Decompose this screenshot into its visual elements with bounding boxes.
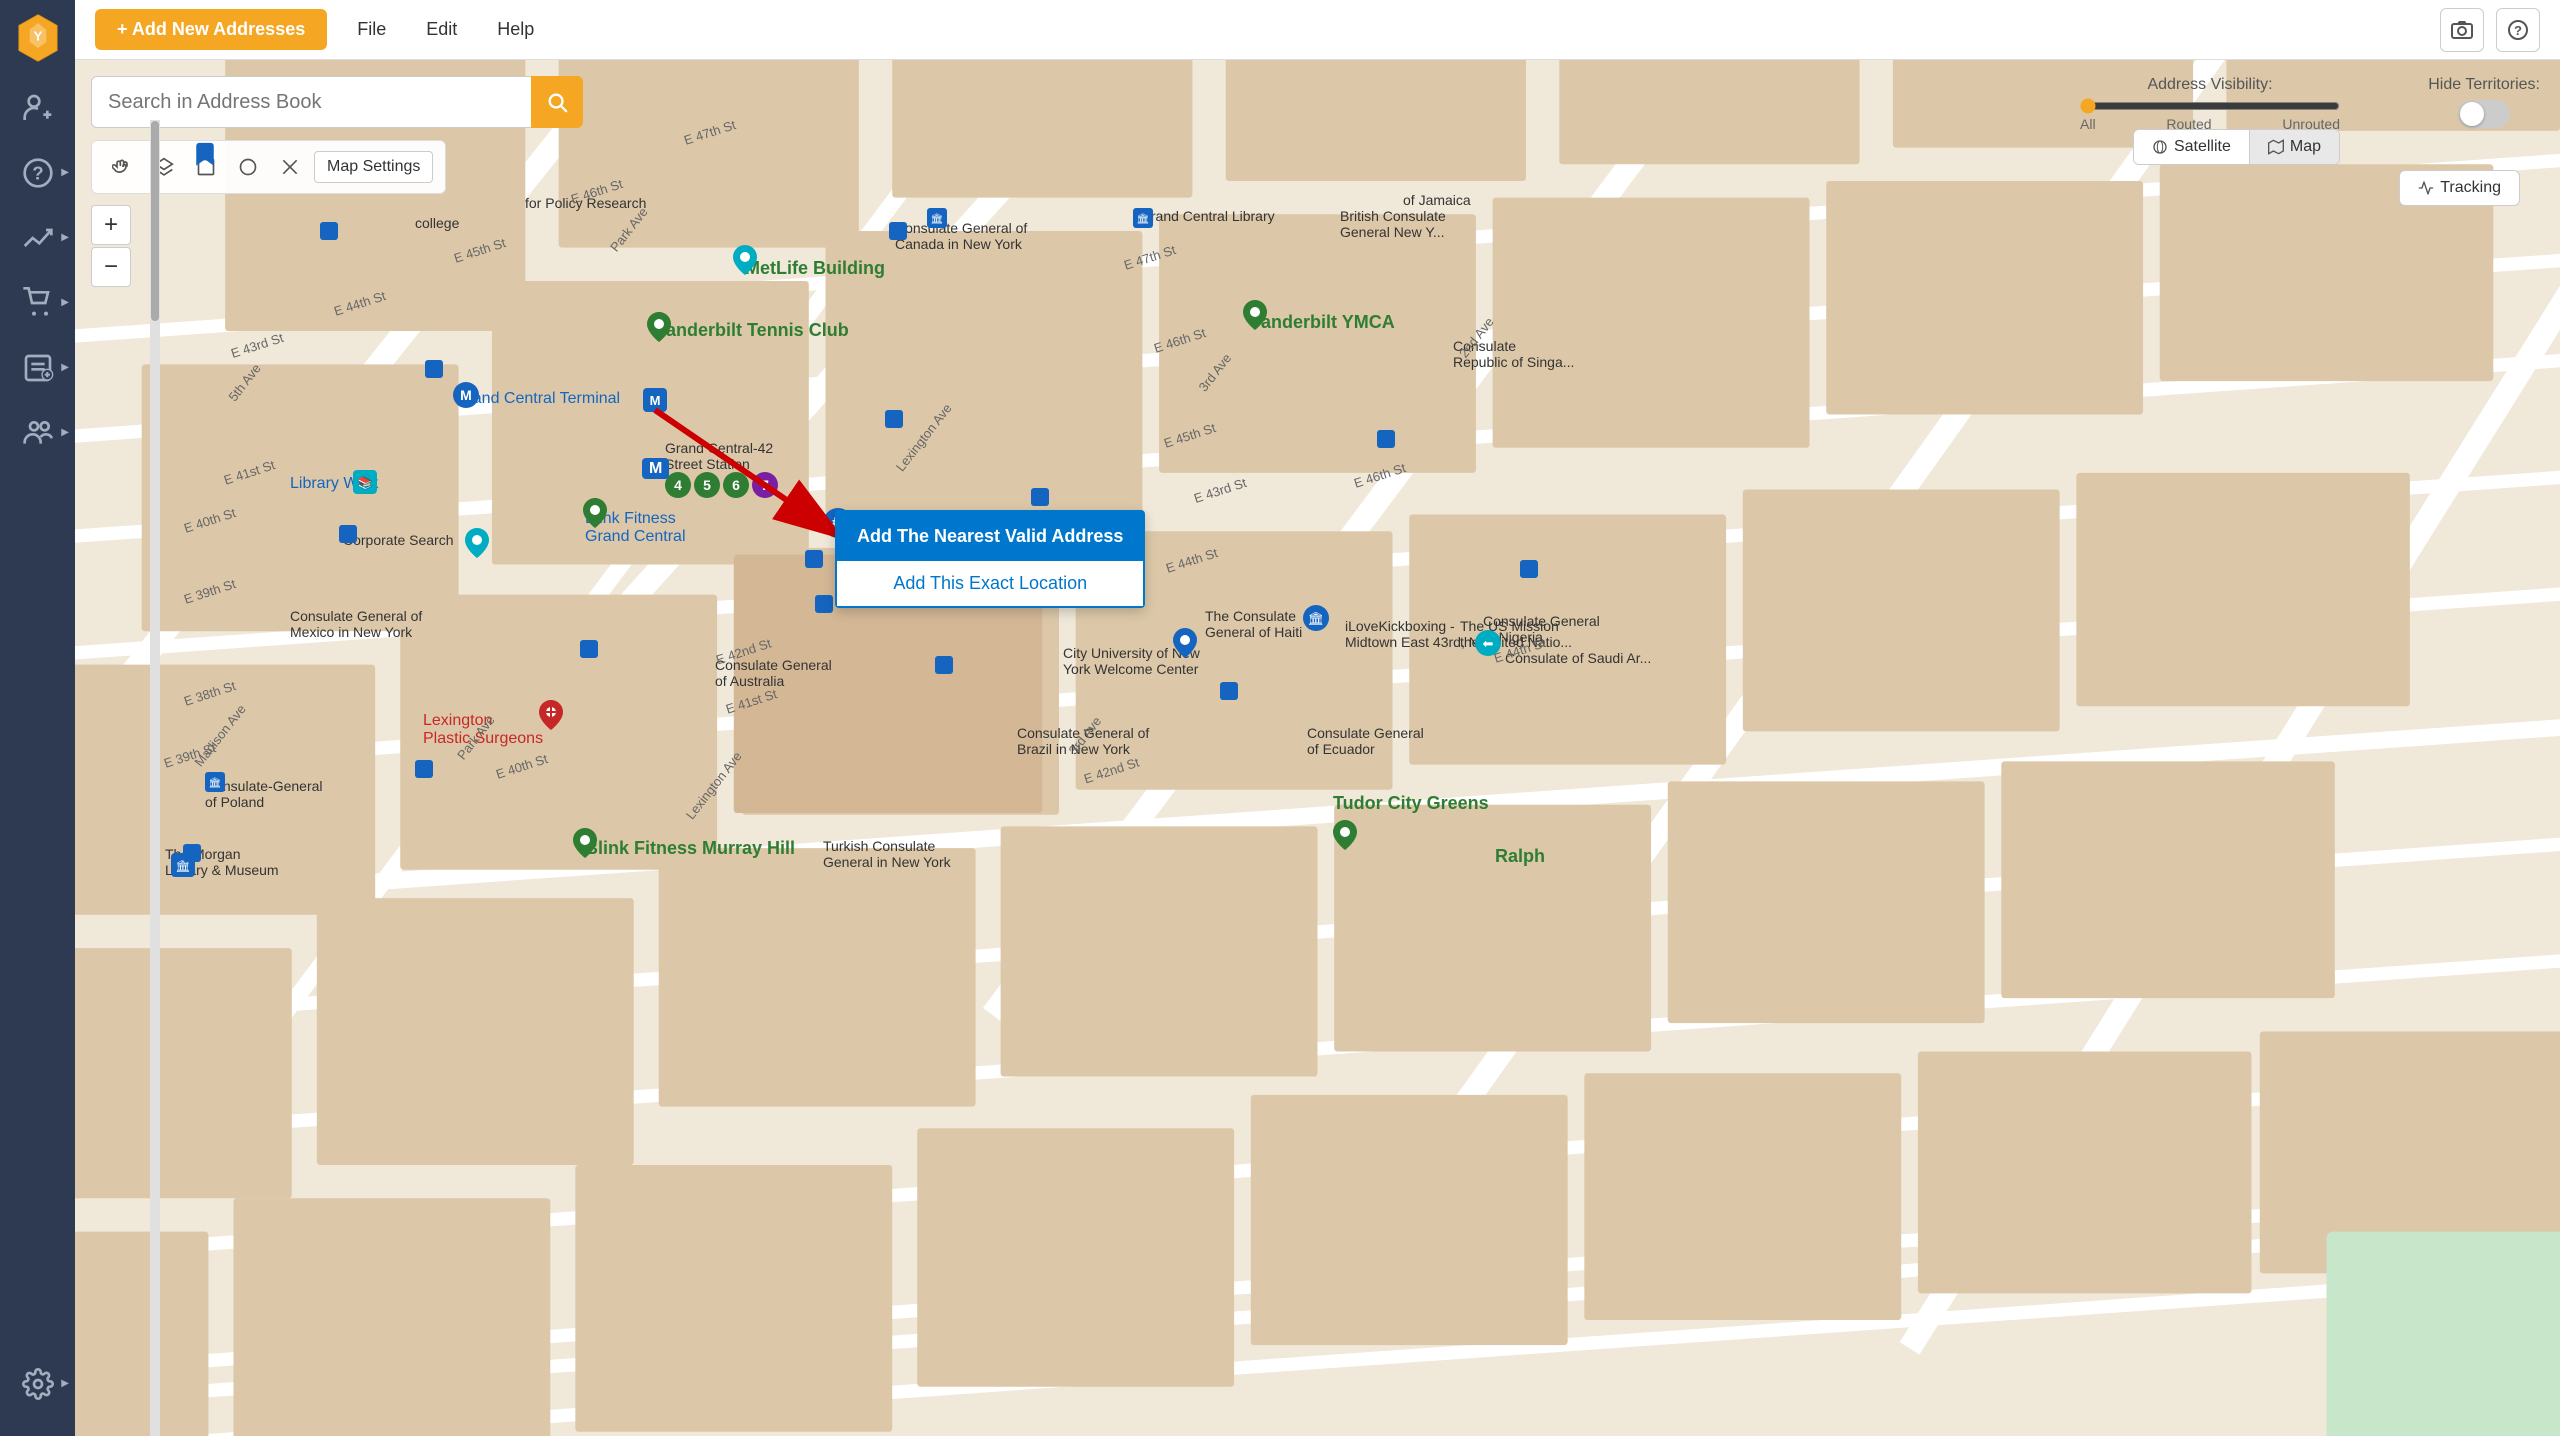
hide-territories-toggle[interactable] [2458, 100, 2510, 128]
blue-marker-14 [183, 844, 201, 862]
svg-text:🏛: 🏛 [209, 777, 222, 789]
map-label: Map [2290, 138, 2321, 156]
satellite-label: Satellite [2174, 138, 2231, 156]
svg-text:⬅: ⬅ [1483, 636, 1494, 651]
satellite-view-button[interactable]: Satellite [2134, 130, 2250, 164]
blue-marker-3 [425, 360, 443, 378]
metlife-pin [733, 245, 757, 280]
corp-search-pin [465, 528, 489, 563]
camera-button[interactable] [2440, 8, 2484, 52]
blue-marker-2 [889, 222, 907, 240]
map-scrollbar[interactable] [150, 120, 160, 1436]
blue-marker-6 [805, 550, 823, 568]
svg-text:🏛: 🏛 [1137, 213, 1150, 225]
close-tool-button[interactable] [272, 149, 308, 185]
saudi-consulate-icon: ⬅ [1475, 630, 1501, 661]
svg-text:M: M [650, 393, 661, 408]
zoom-in-button[interactable]: + [91, 205, 131, 245]
blue-marker-15 [415, 760, 433, 778]
search-button[interactable] [531, 76, 583, 128]
blue-marker-11 [1031, 488, 1049, 506]
add-new-addresses-button[interactable]: + Add New Addresses [95, 9, 327, 50]
blue-marker-4 [885, 410, 903, 428]
menu-edit[interactable]: Edit [416, 14, 467, 45]
map-view-button[interactable]: Map [2250, 130, 2339, 164]
circle-tool-button[interactable] [230, 149, 266, 185]
blue-marker-10 [1220, 682, 1238, 700]
menu-help[interactable]: Help [487, 14, 544, 45]
help-button[interactable]: ? [2496, 8, 2540, 52]
scroll-thumb [151, 121, 159, 321]
zoom-out-button[interactable]: − [91, 247, 131, 287]
blue-marker-12 [1377, 430, 1395, 448]
view-toggle: Satellite Map [2133, 129, 2340, 165]
map-type-buttons: Satellite Map [2133, 74, 2340, 165]
toggle-knob [2460, 102, 2484, 126]
add-exact-location-button[interactable]: Add This Exact Location [837, 561, 1143, 606]
svg-text:?: ? [2514, 23, 2522, 38]
tudor-city-pin [1333, 820, 1357, 855]
gcl-icon: 🏛 [1133, 208, 1153, 233]
gct-subway-icon: M [643, 388, 667, 417]
map-container[interactable]: Address Visibility: All Routed Unrouted … [75, 60, 2560, 1436]
blue-marker-1 [320, 222, 338, 240]
blink-mh-pin [573, 828, 597, 863]
sidebar-item-addresses[interactable] [0, 335, 75, 400]
blue-marker-9 [935, 656, 953, 674]
svg-text:M: M [460, 387, 472, 403]
app-logo[interactable]: Y [0, 0, 75, 75]
zoom-controls: + − [91, 205, 131, 287]
lex-surgeons-pin [539, 700, 563, 735]
poland-consulate-icon: 🏛 [205, 772, 225, 797]
map-background [75, 60, 2560, 1436]
bookmark-button[interactable] [191, 140, 219, 173]
hide-territories: Hide Territories: [2428, 76, 2540, 128]
sidebar-item-add-contact[interactable] [0, 75, 75, 140]
topbar: + Add New Addresses File Edit Help ? [75, 0, 2560, 60]
svg-text:🏛: 🏛 [1308, 611, 1325, 626]
map-tools-toolbar: Map Settings [91, 140, 446, 194]
sidebar-item-settings[interactable] [0, 1351, 75, 1416]
slider-label-all: All [2080, 116, 2096, 132]
context-menu: Add The Nearest Valid Address Add This E… [835, 510, 1145, 608]
hide-territories-label: Hide Territories: [2428, 76, 2540, 94]
sidebar: Y ? [0, 0, 75, 1436]
tracking-button-container: Tracking [2399, 170, 2520, 206]
add-nearest-valid-address-button[interactable]: Add The Nearest Valid Address [837, 512, 1143, 561]
canada-consulate-icon: 🏛 [927, 208, 947, 233]
svg-text:📚: 📚 [358, 476, 373, 490]
blink-gc-pin [583, 498, 607, 533]
blue-marker-8 [580, 640, 598, 658]
svg-text:🏛: 🏛 [931, 213, 944, 225]
svg-text:Y: Y [33, 28, 42, 43]
tracking-label: Tracking [2440, 179, 2501, 197]
menu-file[interactable]: File [347, 14, 396, 45]
vanderbilt-tennis-pin [647, 312, 671, 347]
blue-marker-5 [339, 525, 357, 543]
hand-tool-button[interactable] [104, 149, 140, 185]
blue-marker-13 [1520, 560, 1538, 578]
blue-marker-7 [815, 595, 833, 613]
nigeria-consulate-icon: 🏛 [1303, 605, 1329, 636]
tracking-button[interactable]: Tracking [2399, 170, 2520, 206]
library-walk-icon: 📚 [353, 470, 377, 499]
topbar-right: ? [2440, 8, 2540, 52]
metro-m-badge: M [642, 460, 669, 478]
sidebar-item-analytics[interactable] [0, 205, 75, 270]
grand-central-pin: M [453, 382, 479, 413]
map-settings-button[interactable]: Map Settings [314, 151, 433, 183]
metro-cluster: 4 5 6 7 [665, 472, 778, 498]
sidebar-item-team[interactable] [0, 400, 75, 465]
haiti-consulate-icon [1173, 628, 1197, 663]
sidebar-item-help[interactable]: ? [0, 140, 75, 205]
svg-text:?: ? [32, 162, 43, 183]
search-bar [91, 76, 583, 128]
vanderbilt-ymca-pin [1243, 300, 1267, 335]
sidebar-item-orders[interactable] [0, 270, 75, 335]
